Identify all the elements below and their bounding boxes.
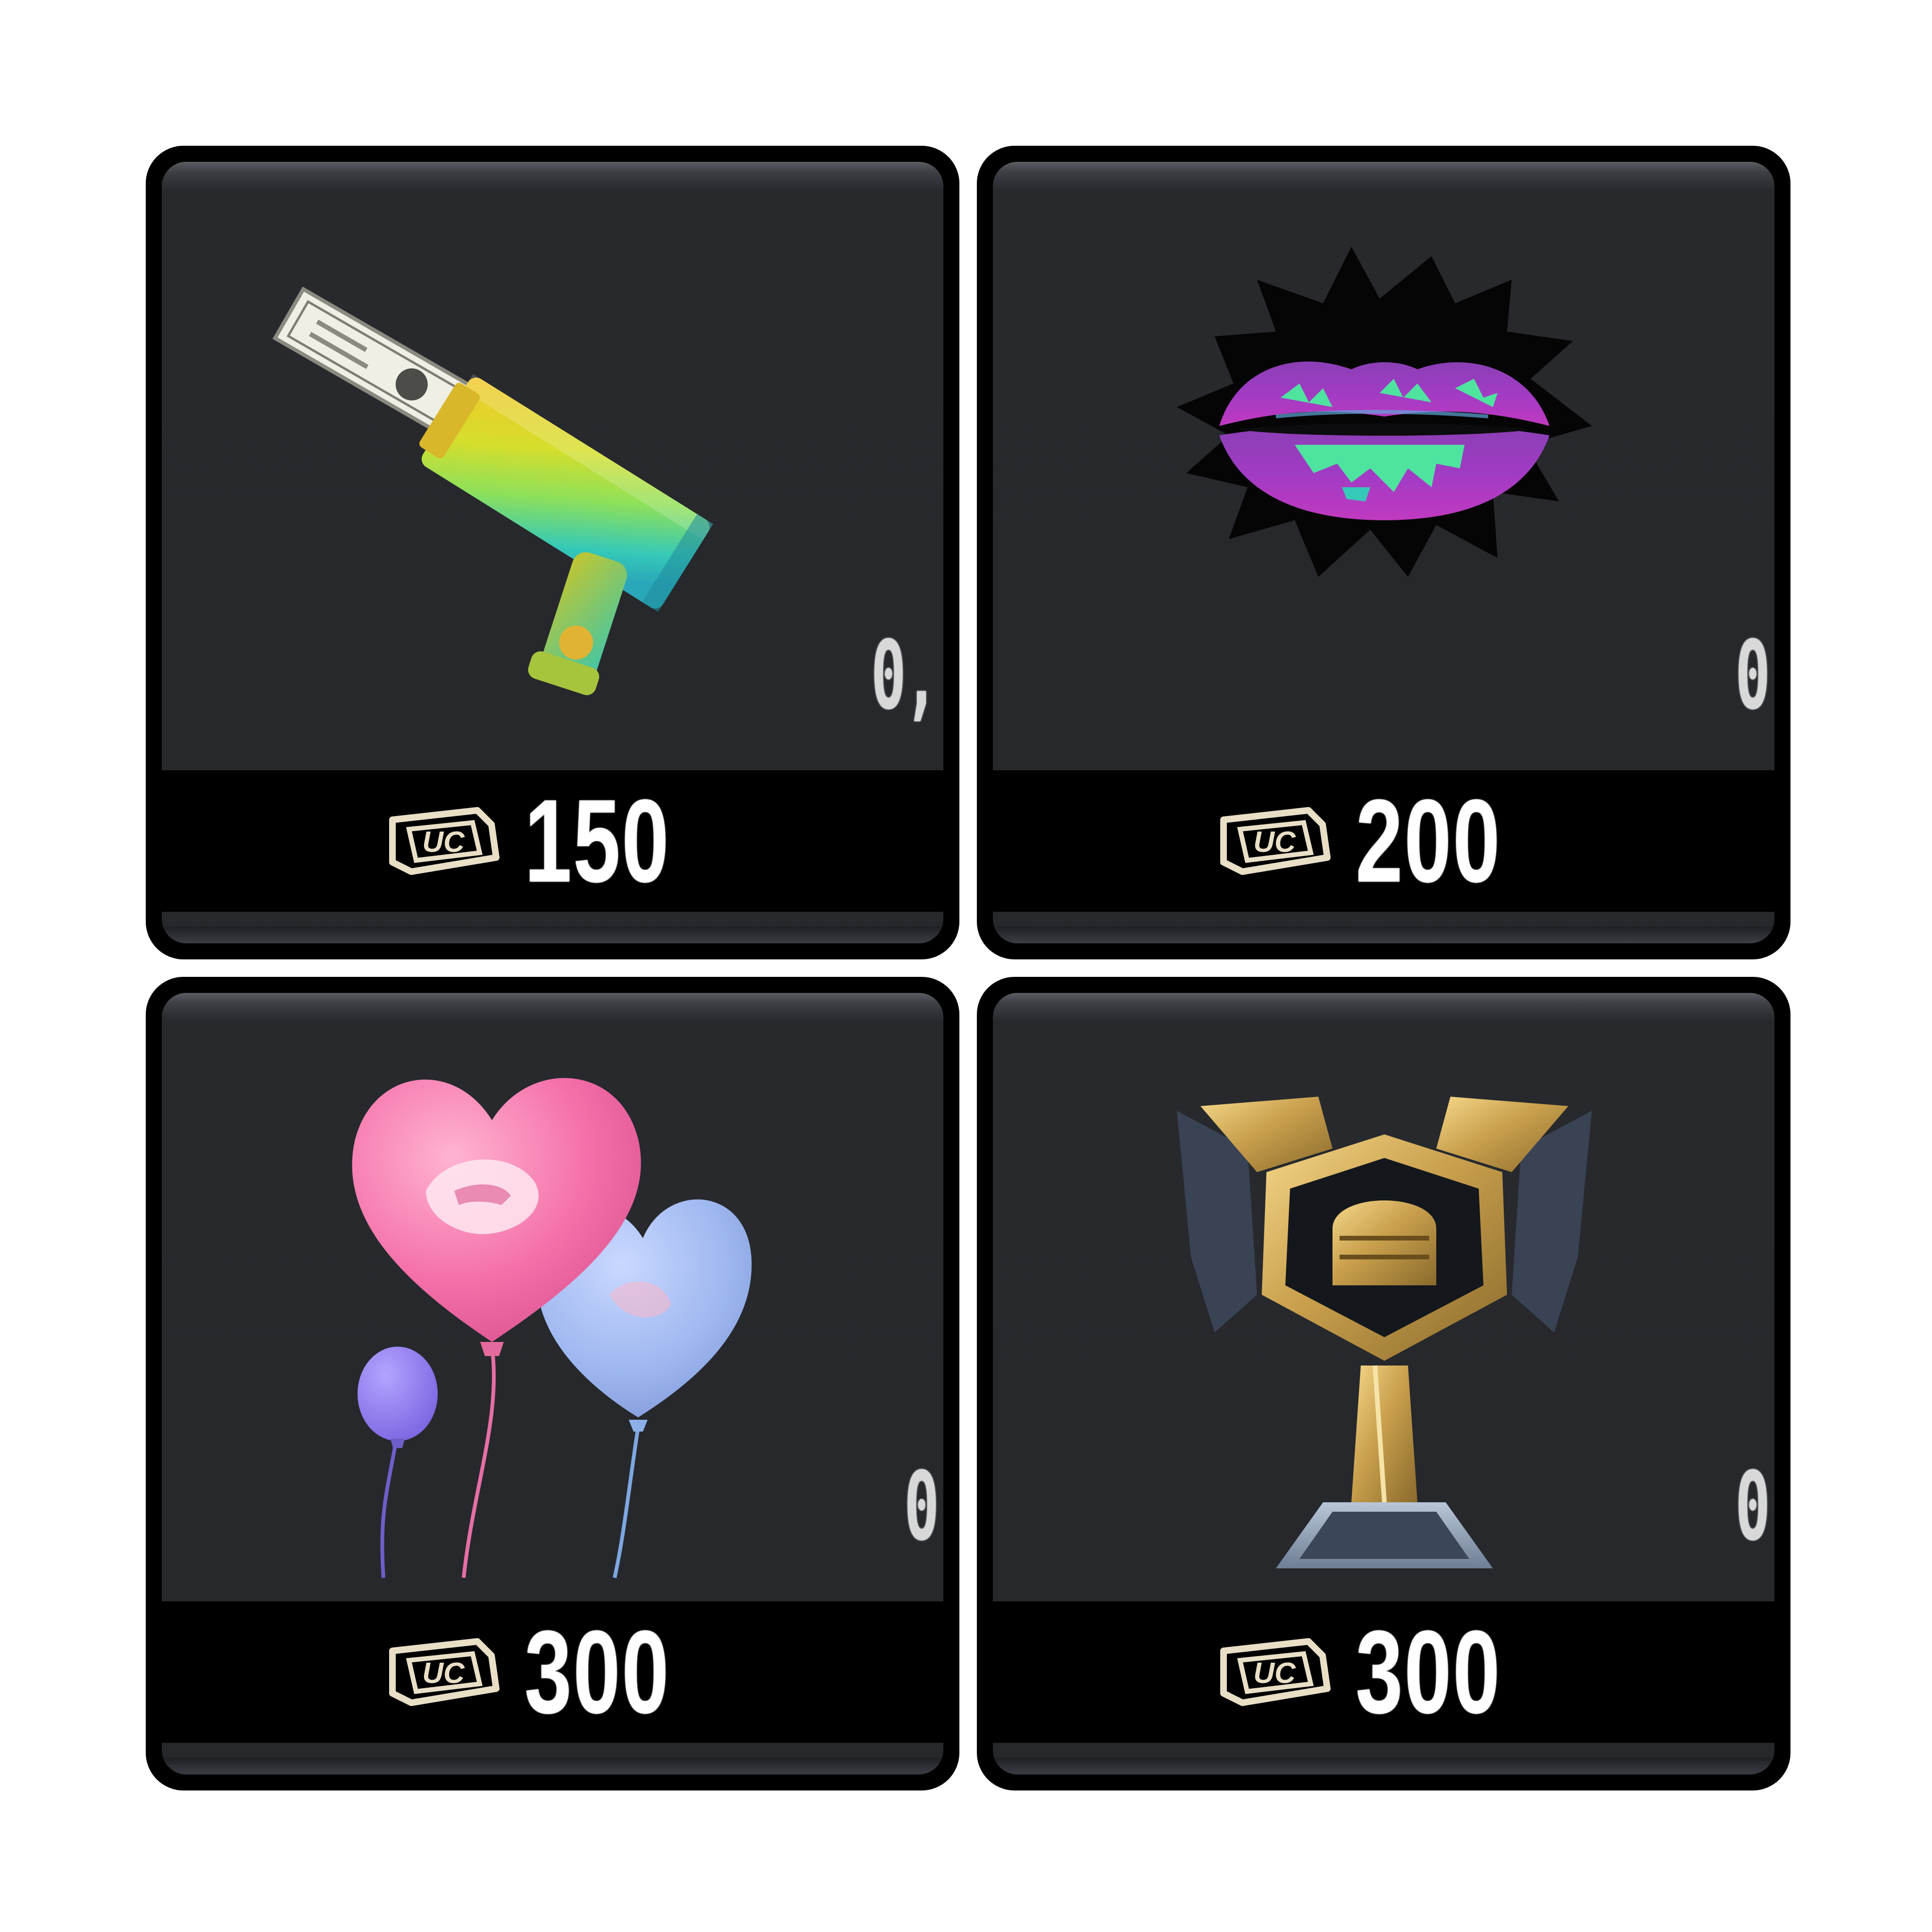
uc-currency-icon: UC	[389, 1638, 500, 1706]
price-bar[interactable]: UC 200	[993, 770, 1774, 912]
shop-item-panel: 0 UC 200	[993, 162, 1774, 943]
price-label: 300	[524, 1606, 670, 1738]
shop-item-card[interactable]: 0 UC 200	[977, 146, 1790, 959]
price-label: 150	[524, 775, 670, 907]
lips-icon	[993, 162, 1774, 770]
shop-item-panel: 0 UC 300	[162, 993, 943, 1774]
shop-item-card[interactable]: 0 UC 300	[977, 977, 1790, 1790]
ownership-count-label: 0	[1735, 621, 1770, 731]
card-footer-strip	[162, 926, 943, 943]
ownership-count-label: 0	[1735, 1452, 1770, 1562]
card-footer-strip	[162, 1757, 943, 1774]
heart-balloons-icon	[162, 993, 943, 1601]
svg-text:UC: UC	[1253, 1657, 1296, 1690]
uc-currency-icon: UC	[1220, 1638, 1331, 1706]
shop-item-card[interactable]: 0, UC 150	[146, 146, 959, 959]
price-label: 200	[1355, 775, 1501, 907]
shop-item-panel: 0 UC 300	[993, 993, 1774, 1774]
trophy-icon	[993, 993, 1774, 1601]
uc-currency-icon: UC	[1220, 807, 1331, 875]
svg-text:UC: UC	[422, 1657, 465, 1690]
shop-item-card[interactable]: 0 UC 300	[146, 977, 959, 1790]
svg-text:UC: UC	[422, 826, 465, 858]
price-bar[interactable]: UC 150	[162, 770, 943, 912]
ownership-count-label: 0	[904, 1452, 939, 1562]
shop-item-panel: 0, UC 150	[162, 162, 943, 943]
card-footer-strip	[993, 1757, 1774, 1774]
ownership-count-label: 0,	[871, 621, 939, 731]
price-label: 300	[1355, 1606, 1501, 1738]
price-bar[interactable]: UC 300	[993, 1601, 1774, 1743]
uc-currency-icon: UC	[389, 807, 500, 875]
price-bar[interactable]: UC 300	[162, 1601, 943, 1743]
card-footer-strip	[993, 926, 1774, 943]
money-gun-icon	[162, 162, 943, 770]
svg-text:UC: UC	[1253, 826, 1296, 858]
shop-item-grid: 0, UC 150 0 UC 200 0 UC 300 0 UC 300	[0, 0, 1932, 1932]
